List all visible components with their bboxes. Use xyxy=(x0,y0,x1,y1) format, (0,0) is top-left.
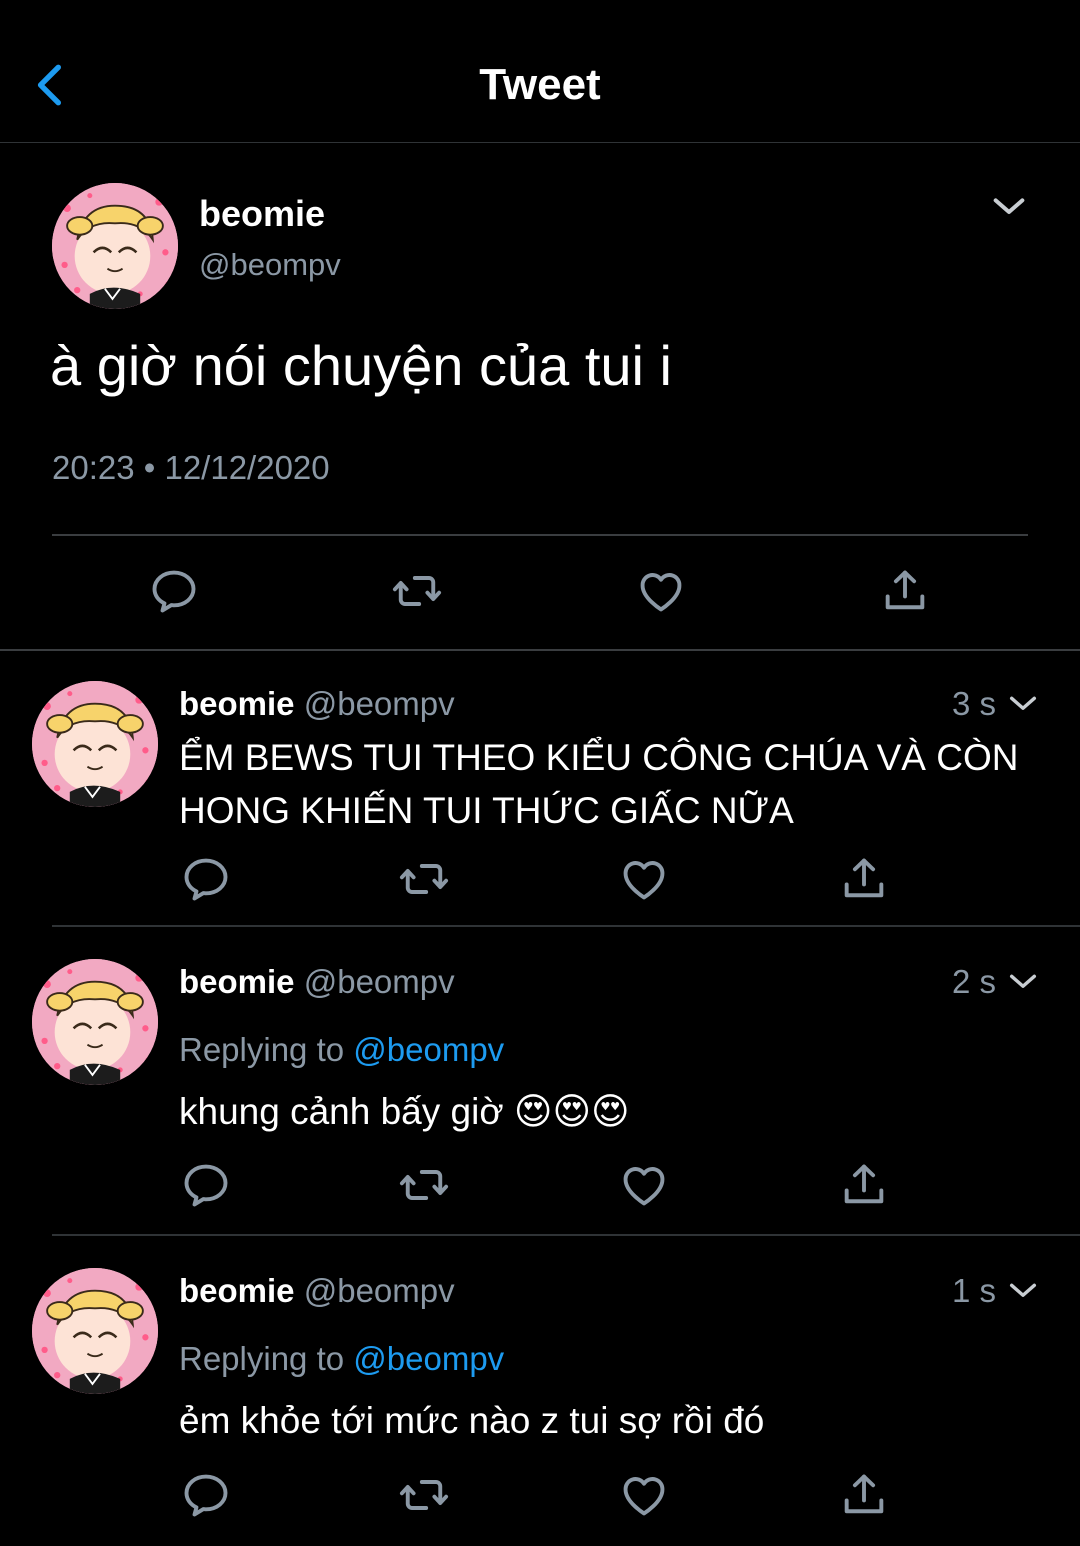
share-button[interactable] xyxy=(838,1159,890,1211)
share-icon xyxy=(838,1469,890,1521)
main-tweet: beomie @beompv à giờ nói chuyện của tui … xyxy=(0,143,1080,651)
reply-button[interactable] xyxy=(180,853,232,905)
replying-to: Replying to @beompv xyxy=(179,1031,504,1069)
like-button[interactable] xyxy=(618,1469,670,1521)
page-title: Tweet xyxy=(479,60,601,109)
like-button[interactable] xyxy=(618,1159,670,1211)
like-button[interactable] xyxy=(635,565,687,617)
share-icon xyxy=(838,1159,890,1211)
retweet-icon xyxy=(398,1159,450,1211)
reply-icon xyxy=(180,853,232,905)
tweet-menu-button[interactable] xyxy=(985,187,1033,227)
replying-label: Replying to xyxy=(179,1340,345,1377)
retweet-button[interactable] xyxy=(398,1159,450,1211)
author-name[interactable]: beomie xyxy=(179,1272,295,1309)
author-name[interactable]: beomie xyxy=(199,193,325,235)
avatar[interactable] xyxy=(52,183,178,309)
reply-text: ẻm khỏe tới mức nào z tui sợ rồi đó xyxy=(179,1400,765,1441)
share-button[interactable] xyxy=(838,1469,890,1521)
chevron-down-icon xyxy=(1004,687,1042,721)
reply-time: 1 s xyxy=(951,1272,996,1309)
reply-header: beomie @beompv xyxy=(179,963,455,1001)
tweet-text: à giờ nói chuyện của tui i xyxy=(50,334,672,397)
retweet-icon xyxy=(391,565,443,617)
divider xyxy=(52,925,1080,927)
reply-header: beomie @beompv xyxy=(179,1272,455,1310)
retweet-button[interactable] xyxy=(391,565,443,617)
author-handle[interactable]: @beompv xyxy=(304,685,455,722)
reply-button[interactable] xyxy=(180,1469,232,1521)
reply-tweet[interactable]: beomie @beompv 1 s Replying to @beompv ẻ… xyxy=(0,1238,1080,1546)
retweet-button[interactable] xyxy=(398,1469,450,1521)
chevron-down-icon xyxy=(1004,1274,1042,1308)
author-handle[interactable]: @beompv xyxy=(304,1272,455,1309)
top-bar: Tweet xyxy=(0,0,1080,143)
reply-text: ỂM BEWS TUI THEO KIỂU CÔNG CHÚA VÀ CÒN H… xyxy=(179,737,1019,831)
divider xyxy=(52,1234,1080,1236)
heart-icon xyxy=(635,565,687,617)
tweet-menu-button[interactable] xyxy=(1004,687,1042,721)
reply-tweet[interactable]: beomie @beompv 2 s Replying to @beompv k… xyxy=(0,929,1080,1236)
share-icon xyxy=(879,565,931,617)
reply-button[interactable] xyxy=(148,565,200,617)
replying-to-link[interactable]: @beompv xyxy=(353,1340,504,1377)
retweet-button[interactable] xyxy=(398,853,450,905)
avatar[interactable] xyxy=(32,681,158,807)
replying-to-link[interactable]: @beompv xyxy=(353,1031,504,1068)
reply-icon xyxy=(148,565,200,617)
tweet-menu-button[interactable] xyxy=(1004,1274,1042,1308)
share-button[interactable] xyxy=(838,853,890,905)
reply-text: khung cảnh bấy giờ 😍😍😍 xyxy=(179,1091,630,1132)
author-handle[interactable]: @beompv xyxy=(304,963,455,1000)
heart-icon xyxy=(618,1159,670,1211)
share-icon xyxy=(838,853,890,905)
tweet-menu-button[interactable] xyxy=(1004,965,1042,999)
share-button[interactable] xyxy=(879,565,931,617)
reply-button[interactable] xyxy=(180,1159,232,1211)
retweet-icon xyxy=(398,1469,450,1521)
reply-icon xyxy=(180,1159,232,1211)
author-name[interactable]: beomie xyxy=(179,963,295,1000)
tweet-timestamp: 20:23 • 12/12/2020 xyxy=(52,449,330,486)
replying-label: Replying to xyxy=(179,1031,345,1068)
heart-icon xyxy=(618,853,670,905)
like-button[interactable] xyxy=(618,853,670,905)
reply-header: beomie @beompv xyxy=(179,685,455,723)
heart-icon xyxy=(618,1469,670,1521)
reply-tweet[interactable]: beomie @beompv 3 s ỂM BEWS TUI THEO KIỂU… xyxy=(0,651,1080,927)
divider xyxy=(52,534,1028,536)
reply-time: 2 s xyxy=(951,963,996,1000)
reply-icon xyxy=(180,1469,232,1521)
avatar[interactable] xyxy=(32,1268,158,1394)
chevron-down-icon xyxy=(1004,965,1042,999)
author-handle[interactable]: @beompv xyxy=(199,247,341,283)
chevron-down-icon xyxy=(985,187,1033,227)
reply-time: 3 s xyxy=(951,685,996,722)
avatar[interactable] xyxy=(32,959,158,1085)
replying-to: Replying to @beompv xyxy=(179,1340,504,1378)
author-name[interactable]: beomie xyxy=(179,685,295,722)
retweet-icon xyxy=(398,853,450,905)
